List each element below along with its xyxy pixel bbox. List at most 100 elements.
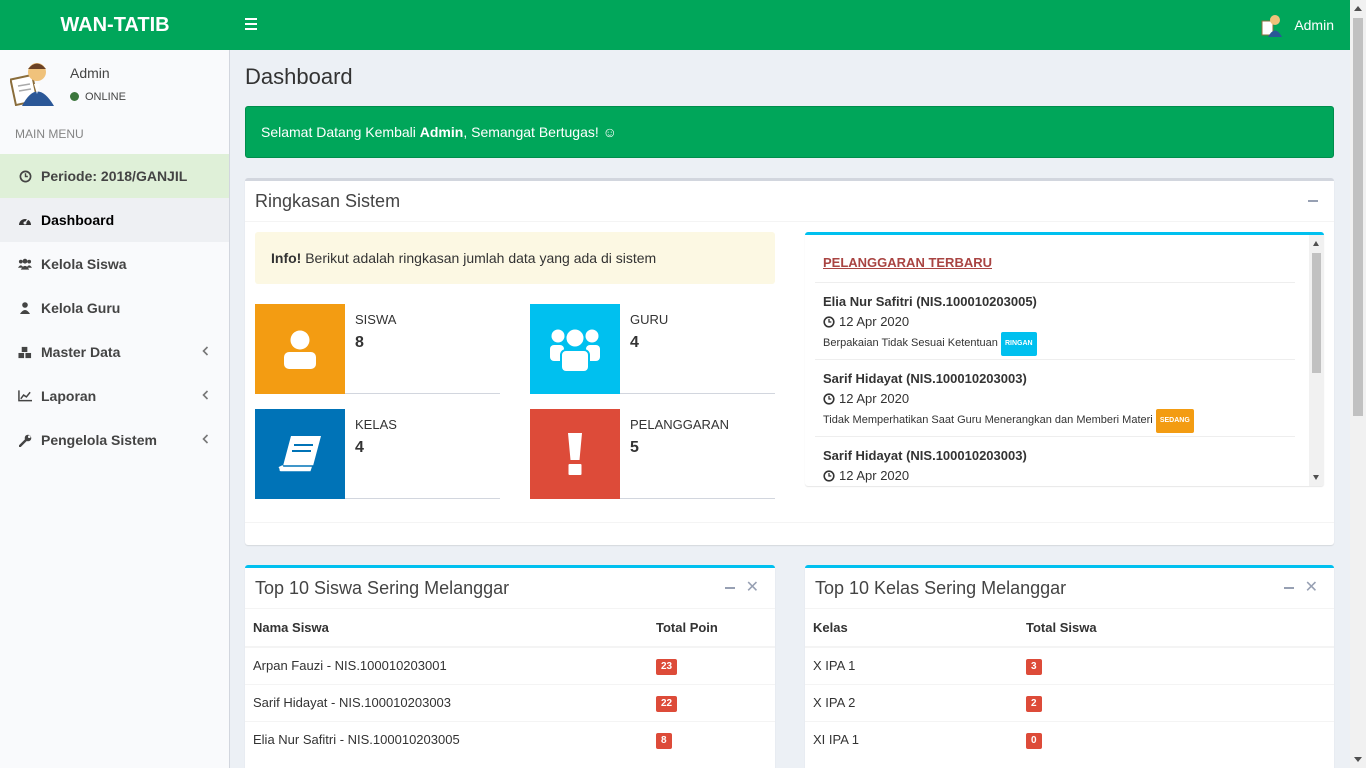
close-icon[interactable]: ✕ <box>1305 580 1318 596</box>
collapse-icon[interactable] <box>1308 200 1318 202</box>
summary-box: Ringkasan Sistem Info! Berikut adalah ri… <box>245 178 1334 545</box>
table-row: X IPA 1 3 <box>805 646 1334 684</box>
table-row: Elia Nur Safitri - NIS.100010203005 8 <box>245 720 775 758</box>
count-cell: 3 <box>1018 646 1334 684</box>
collapse-icon[interactable] <box>1284 587 1294 589</box>
stat-value: 8 <box>355 334 364 351</box>
chevron-left-icon <box>202 346 209 356</box>
severity-badge: RINGAN <box>1000 332 1037 356</box>
stat-box-guru[interactable]: GURU 4 <box>530 304 775 394</box>
scroll-up-arrow-icon[interactable] <box>1354 6 1362 11</box>
top-classes-table: Kelas Total Siswa X IPA 1 3 X IPA 2 2 XI I… <box>805 609 1334 758</box>
book-icon <box>278 436 321 473</box>
scroll-down-arrow-icon[interactable] <box>1313 475 1319 480</box>
stat-box-siswa[interactable]: SISWA 8 <box>255 304 500 394</box>
count-cell: 0 <box>1018 720 1334 758</box>
info-callout: Info! Berikut adalah ringkasan jumlah da… <box>255 232 775 284</box>
column-header: Total Siswa <box>1018 609 1334 648</box>
stat-value: 5 <box>630 439 639 456</box>
violation-student: Sarif Hidayat (NIS.100010203003) <box>823 448 1027 463</box>
violation-date: 12 Apr 2020 <box>823 388 1287 409</box>
list-item: Sarif Hidayat (NIS.100010203003) 12 Apr … <box>815 360 1295 437</box>
sidebar-item-periode[interactable]: Periode: 2018/GANJIL <box>0 154 229 198</box>
sidebar-item-dashboard[interactable]: Dashboard <box>0 198 229 242</box>
student-name: Arpan Fauzi - NIS.100010203001 <box>245 646 648 684</box>
top-navbar: WAN-TATIB Admin <box>0 0 1350 50</box>
line-chart-icon <box>18 389 32 403</box>
sidebar-item-master-data[interactable]: Master Data <box>0 330 229 374</box>
violation-student: Elia Nur Safitri (NIS.100010203005) <box>823 294 1037 309</box>
student-name: Elia Nur Safitri - NIS.100010203005 <box>245 720 648 758</box>
scroll-up-arrow-icon[interactable] <box>1313 241 1319 246</box>
scroll-down-arrow-icon[interactable] <box>1354 757 1362 762</box>
class-name: X IPA 1 <box>805 646 1018 684</box>
user-menu[interactable]: Admin <box>1260 0 1334 50</box>
top-classes-header: Top 10 Kelas Sering Melanggar ✕ <box>805 568 1334 609</box>
online-dot-icon <box>70 92 79 101</box>
date-text: 12 Apr 2020 <box>839 468 910 483</box>
dashboard-icon <box>18 213 32 227</box>
stat-icon-bg <box>530 409 620 499</box>
column-header: Kelas <box>805 609 1018 648</box>
count-badge: 3 <box>1026 658 1042 675</box>
user-icon <box>18 301 32 315</box>
sidebar-toggle-icon[interactable] <box>245 17 257 33</box>
stat-box-pelanggaran[interactable]: PELANGGARAN 5 <box>530 409 775 499</box>
user-icon <box>284 330 316 369</box>
box-footer-divider <box>245 522 1334 523</box>
sidebar-item-label: Kelola Siswa <box>41 256 127 272</box>
sidebar-item-pengelola-sistem[interactable]: Pengelola Sistem <box>0 418 229 462</box>
page-title: Dashboard <box>245 64 353 89</box>
sidebar: Admin ONLINE MAIN MENU Periode: 2018/GAN… <box>0 50 230 768</box>
header-user-name: Admin <box>1294 17 1334 33</box>
scrollbar-thumb[interactable] <box>1312 253 1321 373</box>
desc-text: Berpakaian Tidak Sesuai Ketentuan <box>823 337 998 349</box>
sidebar-item-label: Dashboard <box>41 212 115 228</box>
sidebar-item-label: Laporan <box>41 388 97 404</box>
violations-title[interactable]: PELANGGARAN TERBARU <box>815 235 1295 283</box>
stat-box-kelas[interactable]: KELAS 4 <box>255 409 500 499</box>
desc-text: Tidak Memperhatikan Saat Guru Menerangka… <box>823 414 1153 426</box>
column-header: Total Poin <box>648 609 775 648</box>
sidebar-item-laporan[interactable]: Laporan <box>0 374 229 418</box>
points-badge: 22 <box>656 695 678 712</box>
stat-icon-bg <box>255 409 345 499</box>
sidebar-item-kelola-guru[interactable]: Kelola Guru <box>0 286 229 330</box>
list-item: Elia Nur Safitri (NIS.100010203005) 12 A… <box>815 283 1295 360</box>
stat-icon-bg <box>255 304 345 394</box>
app-logo[interactable]: WAN-TATIB <box>0 0 230 50</box>
chevron-left-icon <box>202 434 209 444</box>
stat-icon-bg <box>530 304 620 394</box>
severity-badge: SEDANG <box>1155 409 1194 433</box>
table-row: Sarif Hidayat - NIS.100010203003 22 <box>245 683 775 721</box>
user-status: ONLINE <box>70 91 126 103</box>
wrench-icon <box>18 433 32 447</box>
cubes-icon <box>18 345 32 359</box>
latest-violations-panel: PELANGGARAN TERBARU Elia Nur Safitri (NI… <box>805 232 1324 486</box>
violations-scrollbar[interactable] <box>1309 235 1324 486</box>
table-row: XI IPA 1 0 <box>805 720 1334 758</box>
table-row: Arpan Fauzi - NIS.100010203001 23 <box>245 646 775 684</box>
info-bold: Info! <box>271 250 302 266</box>
collapse-icon[interactable] <box>725 587 735 589</box>
count-cell: 2 <box>1018 683 1334 721</box>
clock-icon <box>823 469 835 482</box>
page-scrollbar[interactable] <box>1350 0 1366 768</box>
scrollbar-thumb[interactable] <box>1353 18 1363 416</box>
violation-date: 12 Apr 2020 <box>823 465 1287 486</box>
info-text: Berikut adalah ringkasan jumlah data yan… <box>301 250 657 266</box>
sidebar-item-kelola-siswa[interactable]: Kelola Siswa <box>0 242 229 286</box>
status-label: ONLINE <box>85 91 126 103</box>
user-avatar-icon <box>10 63 54 106</box>
clock-icon <box>18 169 32 183</box>
top-students-box: Top 10 Siswa Sering Melanggar ✕ Nama Sis… <box>245 565 775 768</box>
table-row: X IPA 2 2 <box>805 683 1334 721</box>
welcome-prefix: Selamat Datang Kembali <box>261 124 420 140</box>
welcome-suffix: , Semangat Bertugas! ☺ <box>463 124 617 140</box>
close-icon[interactable]: ✕ <box>746 580 759 596</box>
stat-value: 4 <box>630 334 639 351</box>
summary-title: Ringkasan Sistem <box>255 191 401 211</box>
stat-label: PELANGGARAN <box>630 417 729 432</box>
violation-student: Sarif Hidayat (NIS.100010203003) <box>823 371 1027 386</box>
top-classes-box: Top 10 Kelas Sering Melanggar ✕ Kelas To… <box>805 565 1334 768</box>
